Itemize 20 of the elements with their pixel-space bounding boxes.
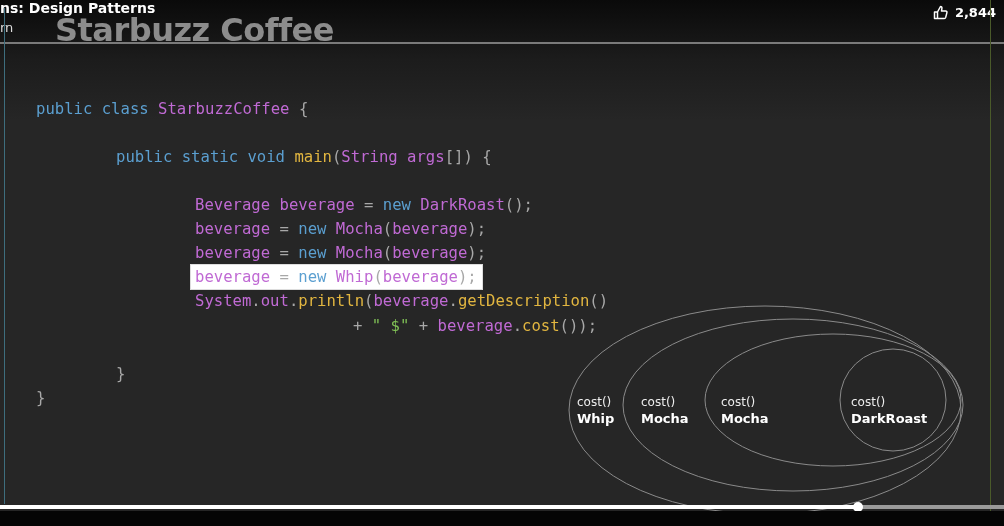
code-line: public class StarbuzzCoffee { (35, 99, 310, 120)
class-label: Whip (577, 410, 615, 428)
code-line: + " $" + beverage.cost()); (352, 316, 599, 337)
class-label: DarkRoast (851, 410, 928, 428)
code-line: System.out.println(beverage.getDescription() (194, 291, 610, 312)
method-label: cost() (577, 395, 612, 410)
method-label: cost() (641, 395, 676, 410)
code-line: } (35, 388, 47, 409)
class-label: Mocha (641, 410, 689, 428)
code-line: Beverage beverage = new DarkRoast(); (194, 195, 534, 216)
code-line: public static void main(String args[]) { (115, 147, 493, 168)
like-count: 2,844 (954, 5, 996, 20)
code-line: } (115, 364, 127, 385)
video-subtitle: rn (0, 20, 14, 35)
code-line: beverage = new Mocha(beverage); (194, 219, 488, 240)
thumbs-up-icon[interactable] (932, 5, 948, 20)
class-label: Mocha (721, 410, 769, 428)
method-label: cost() (851, 395, 886, 410)
method-label: cost() (721, 395, 756, 410)
code-line: beverage = new Mocha(beverage); (194, 243, 488, 264)
